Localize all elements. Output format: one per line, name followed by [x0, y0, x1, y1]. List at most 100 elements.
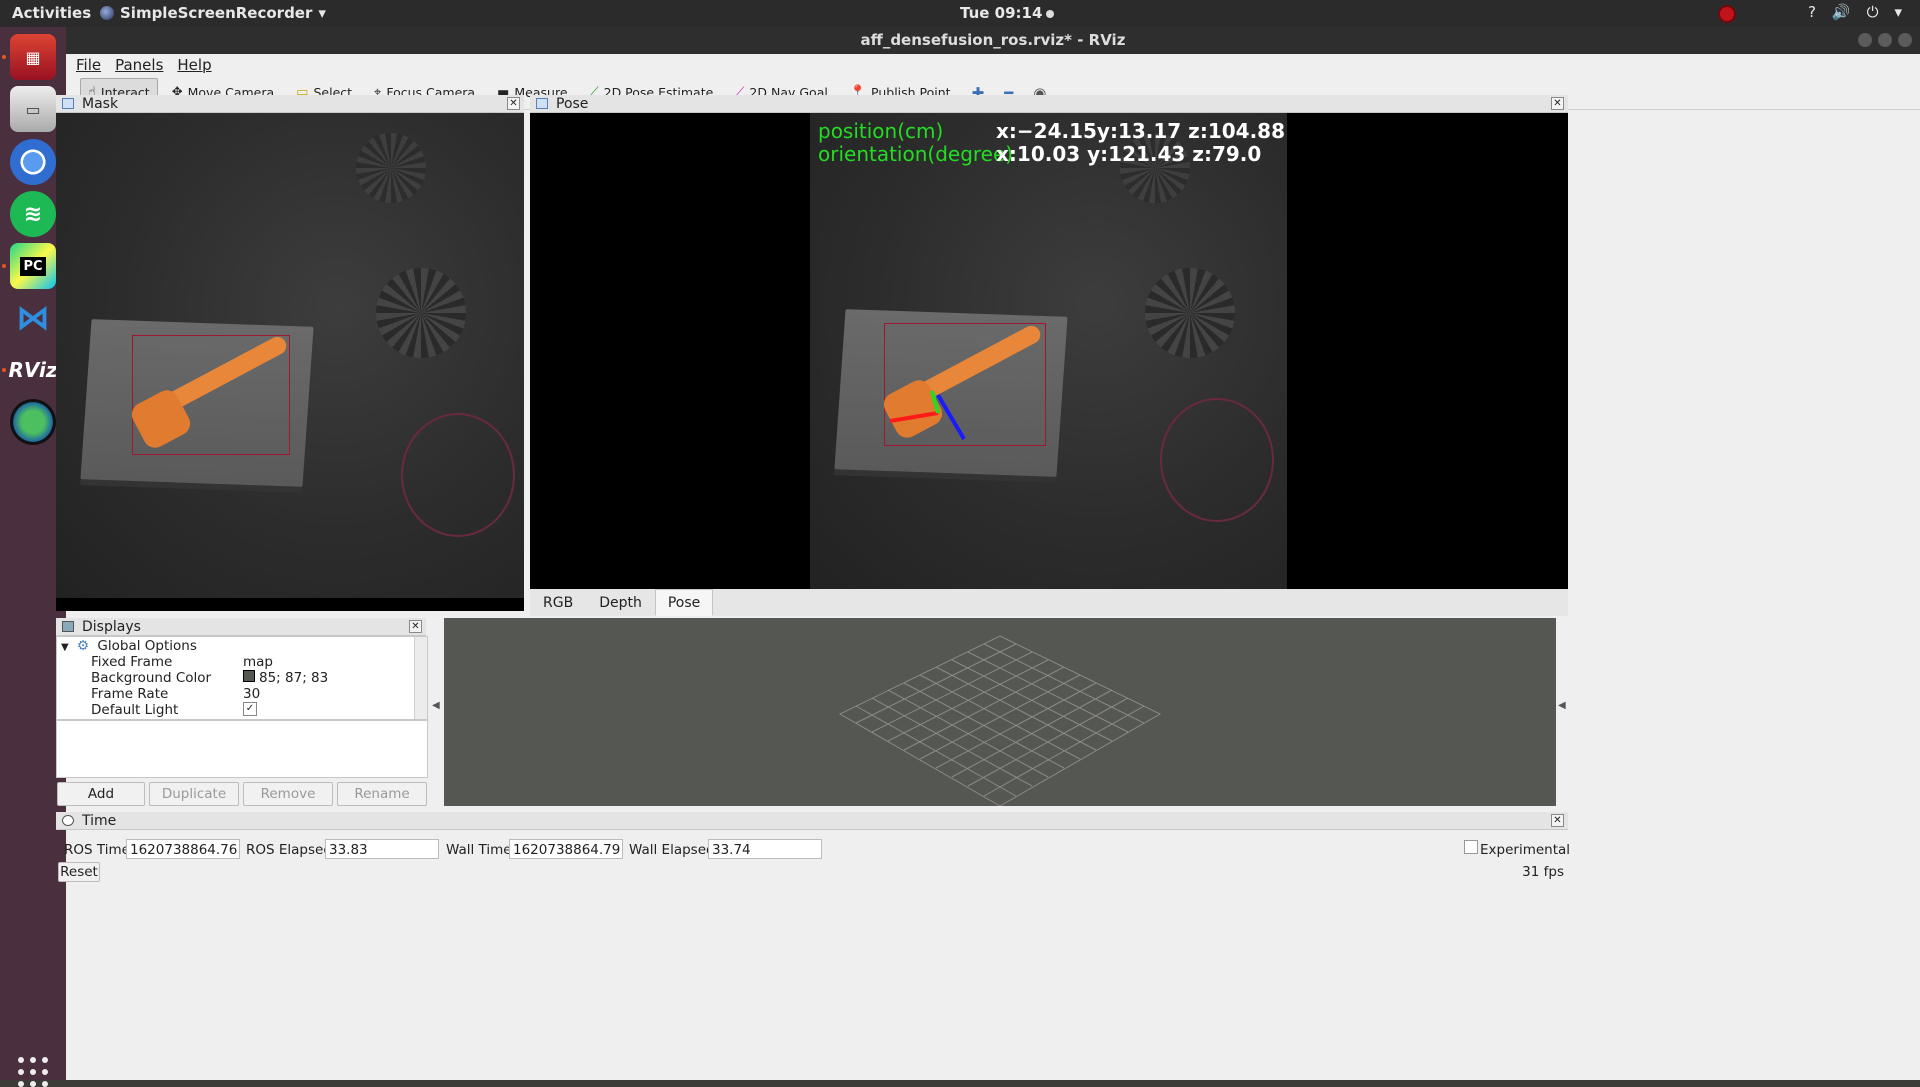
record-indicator-icon[interactable]	[1718, 5, 1736, 23]
pycharm-icon[interactable]: PC	[10, 243, 56, 289]
displays-tree[interactable]: ▼ ⚙ Global Options Fixed Frame map Backg…	[56, 636, 428, 720]
expand-triangle-icon[interactable]: ▼	[61, 642, 69, 653]
displays-title-label: Displays	[82, 619, 141, 635]
chromium-icon[interactable]	[10, 139, 56, 185]
remove-button[interactable]: Remove	[243, 782, 333, 806]
chevron-down-icon: ▾	[318, 4, 326, 22]
reset-button[interactable]: Reset	[58, 862, 100, 882]
tree-row-label: Default Light	[91, 702, 179, 718]
position-label: position(cm)	[818, 119, 944, 143]
global-options-label: Global Options	[97, 638, 197, 654]
recording-dot-icon	[1046, 10, 1055, 18]
background-color-value[interactable]: 85; 87; 83	[243, 670, 328, 686]
menu-file[interactable]: File	[76, 54, 101, 76]
app-menu-label: SimpleScreenRecorder	[120, 4, 313, 22]
close-icon[interactable]: ✕	[1551, 814, 1564, 827]
mask-title-label: Mask	[82, 96, 119, 112]
tree-row-label: Fixed Frame	[91, 654, 173, 670]
wall-time-field[interactable]: 1620738864.79	[509, 839, 623, 859]
clock-icon	[62, 815, 74, 826]
gear-icon: ⚙	[77, 638, 90, 654]
pose-title-label: Pose	[556, 96, 589, 112]
duplicate-button[interactable]: Duplicate	[149, 782, 239, 806]
ros-time-label: ROS Time:	[64, 842, 135, 858]
app-menu[interactable]: SimpleScreenRecorder ▾	[100, 4, 326, 22]
clock[interactable]: Tue 09:14	[960, 4, 1055, 22]
z-axis-line	[936, 393, 966, 441]
background-color-text: 85; 87; 83	[259, 670, 329, 686]
tree-row-label: Frame Rate	[91, 686, 169, 702]
position-values: x:−24.15y:13.17 z:104.88	[996, 119, 1285, 143]
minimize-icon[interactable]	[1858, 33, 1872, 47]
tab-pose[interactable]: Pose	[654, 589, 714, 616]
monitor-icon	[62, 621, 74, 632]
globe-app-icon[interactable]	[10, 399, 56, 445]
activities-button[interactable]: Activities	[12, 4, 91, 22]
ros-elapsed-field[interactable]: 33.83	[325, 839, 439, 859]
mask-image-view[interactable]	[56, 113, 524, 611]
image-panel-icon	[536, 98, 548, 109]
window-titlebar[interactable]: aff_densefusion_ros.rviz* - RViz	[66, 27, 1920, 54]
pose-axes	[889, 390, 966, 441]
help-icon[interactable]: ?	[1808, 3, 1816, 21]
tab-rgb[interactable]: RGB	[530, 589, 586, 616]
maximize-icon[interactable]	[1878, 33, 1892, 47]
pose-image-view[interactable]: position(cm) x:−24.15y:13.17 z:104.88 or…	[530, 113, 1568, 589]
window-title: aff_densefusion_ros.rviz* - RViz	[860, 31, 1126, 49]
vscode-icon[interactable]: ⋈	[10, 295, 56, 341]
close-icon[interactable]: ✕	[409, 620, 422, 633]
wall-time-label: Wall Time:	[446, 842, 517, 858]
pose-panel-title: Pose ✕	[530, 95, 1568, 113]
image-panel-icon	[62, 98, 74, 109]
color-swatch	[243, 670, 255, 682]
files-icon[interactable]: ▭	[10, 86, 56, 132]
display-description-box	[56, 720, 428, 778]
collapse-right-icon[interactable]: ◀	[1558, 700, 1566, 711]
ros-time-field[interactable]: 1620738864.76	[126, 839, 240, 859]
mask-camera-image	[56, 113, 524, 598]
3d-render-view[interactable]	[444, 618, 1556, 806]
fps-label: 31 fps	[1522, 864, 1564, 880]
running-indicator	[2, 368, 6, 372]
clock-label: Tue 09:14	[960, 4, 1043, 22]
y-axis-line	[930, 390, 940, 414]
grid-floor	[838, 635, 1162, 806]
tree-scrollbar[interactable]	[414, 637, 427, 719]
tree-row-label: Background Color	[91, 670, 212, 686]
show-applications-icon[interactable]	[18, 1057, 48, 1087]
volume-icon[interactable]: 🔊	[1832, 3, 1851, 21]
fixed-frame-value[interactable]: map	[243, 654, 273, 670]
tree-row-global-options[interactable]: ▼ ⚙ Global Options	[61, 638, 197, 654]
power-icon[interactable]: ⏻	[1867, 3, 1879, 21]
spotify-icon[interactable]: ≋	[10, 191, 56, 237]
image-tabs: RGB Depth Pose	[530, 589, 1568, 616]
add-button[interactable]: Add	[57, 782, 145, 806]
screen-recorder-icon[interactable]: ▦	[10, 34, 56, 80]
frame-rate-value[interactable]: 30	[243, 686, 260, 702]
displays-panel-title: Displays ✕	[56, 618, 426, 636]
cable	[401, 413, 515, 537]
cable	[1160, 398, 1274, 522]
wall-elapsed-field[interactable]: 33.74	[708, 839, 822, 859]
time-panel-title: Time ✕	[56, 812, 1568, 830]
experimental-checkbox[interactable]	[1464, 840, 1478, 854]
pycharm-label: PC	[20, 256, 46, 276]
experimental-label: Experimental	[1480, 842, 1571, 858]
tab-depth[interactable]: Depth	[586, 589, 655, 616]
menu-help[interactable]: Help	[177, 54, 211, 76]
default-light-checkbox[interactable]: ✓	[243, 702, 257, 716]
orientation-label: orientation(degree)	[818, 142, 1014, 166]
x-axis-line	[889, 411, 939, 423]
collapse-left-icon[interactable]: ◀	[432, 700, 440, 711]
rename-button[interactable]: Rename	[337, 782, 427, 806]
robot-wheel	[376, 268, 466, 358]
close-icon[interactable]: ✕	[1551, 97, 1564, 110]
running-indicator	[2, 264, 6, 268]
close-icon[interactable]: ✕	[507, 97, 520, 110]
menu-panels[interactable]: Panels	[115, 54, 163, 76]
close-icon[interactable]	[1898, 33, 1912, 47]
orientation-values: x:10.03 y:121.43 z:79.0	[996, 142, 1262, 166]
tray-menu-icon[interactable]: ▾	[1894, 3, 1902, 21]
rviz-icon[interactable]: RViz	[8, 347, 57, 393]
system-tray[interactable]: ? 🔊 ⏻ ▾	[1808, 3, 1902, 21]
